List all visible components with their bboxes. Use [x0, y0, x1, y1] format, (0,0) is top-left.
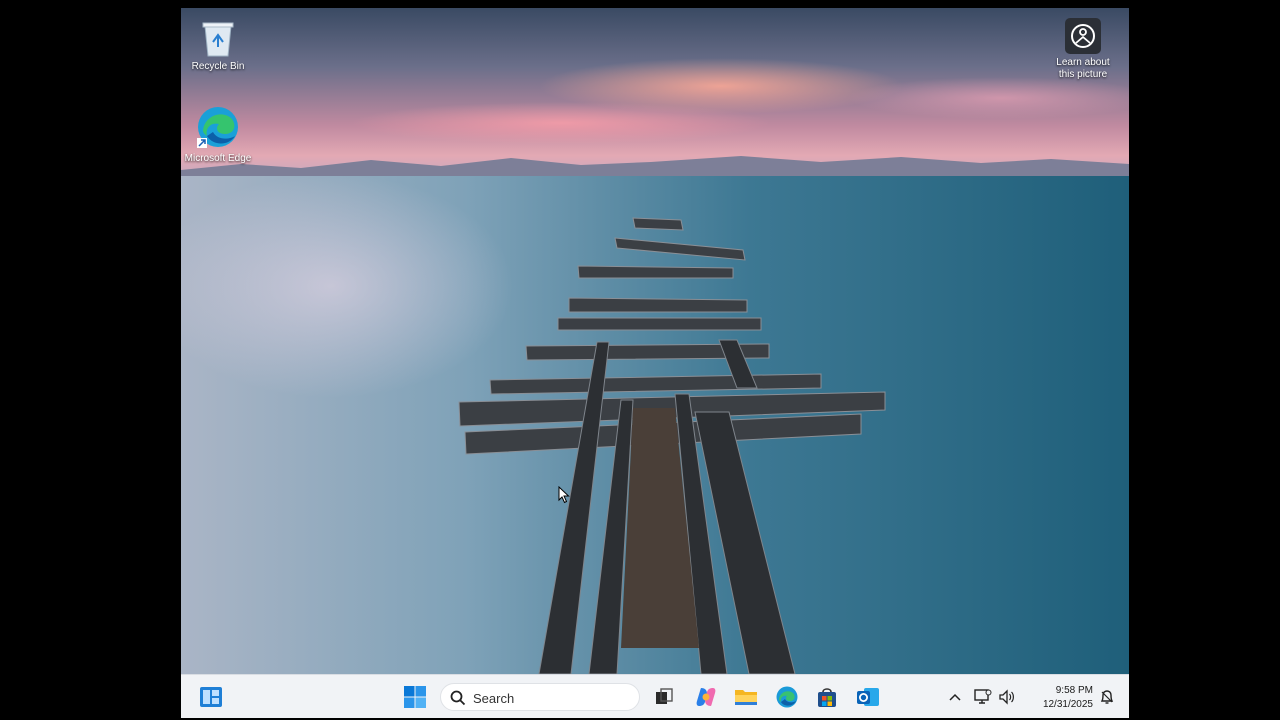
file-explorer-button[interactable]	[731, 682, 761, 712]
edge-icon	[776, 686, 798, 708]
desktop-screen: Recycle Bin Microsoft Edge Learn about t…	[181, 8, 1129, 718]
widgets-button[interactable]	[196, 682, 226, 712]
taskbar: Search 9:58 PM 12/31/2025	[181, 674, 1129, 718]
clock-time: 9:58 PM	[1055, 685, 1093, 696]
desktop-icon-recycle-bin[interactable]: Recycle Bin	[183, 18, 253, 73]
network-button[interactable]	[972, 682, 994, 712]
clock-date: 12/31/2025	[1042, 699, 1093, 710]
microsoft-edge-label: Microsoft Edge	[184, 153, 252, 164]
notifications-button[interactable]	[1095, 682, 1119, 712]
taskbar-search-box[interactable]: Search	[440, 683, 640, 711]
chevron-up-icon	[949, 693, 961, 701]
task-view-button[interactable]	[649, 682, 679, 712]
recycle-bin-icon	[202, 22, 234, 57]
store-icon	[818, 688, 836, 707]
taskbar-clock[interactable]: 9:58 PM 12/31/2025	[1023, 684, 1093, 712]
task-view-icon	[656, 688, 673, 704]
outlook-button[interactable]	[853, 682, 883, 712]
recycle-bin-label: Recycle Bin	[191, 61, 245, 72]
copilot-icon	[696, 688, 716, 706]
notification-bell-icon	[1100, 690, 1114, 704]
show-hidden-icons-button[interactable]	[943, 682, 967, 712]
search-placeholder: Search	[473, 691, 515, 706]
microsoft-store-button[interactable]	[812, 682, 842, 712]
desktop-icon-learn-about-picture[interactable]: Learn about this picture	[1048, 18, 1118, 81]
start-button[interactable]	[400, 682, 430, 712]
learn-about-picture-icon	[1065, 18, 1101, 54]
network-icon	[974, 689, 992, 704]
windows-start-icon	[404, 686, 426, 708]
file-explorer-icon	[735, 690, 757, 705]
volume-button[interactable]	[996, 682, 1018, 712]
desktop-icon-microsoft-edge[interactable]: Microsoft Edge	[183, 104, 253, 165]
edge-taskbar-button[interactable]	[772, 682, 802, 712]
edge-icon	[197, 107, 238, 148]
search-icon	[450, 690, 466, 706]
volume-icon	[999, 689, 1014, 705]
widgets-icon	[200, 687, 222, 707]
copilot-button[interactable]	[691, 682, 721, 712]
wallpaper-pier	[458, 217, 886, 674]
outlook-icon	[857, 688, 879, 706]
desktop-wallpaper	[181, 8, 1129, 674]
learn-about-picture-label: Learn about this picture	[1056, 57, 1110, 80]
mouse-pointer-icon	[558, 486, 570, 504]
